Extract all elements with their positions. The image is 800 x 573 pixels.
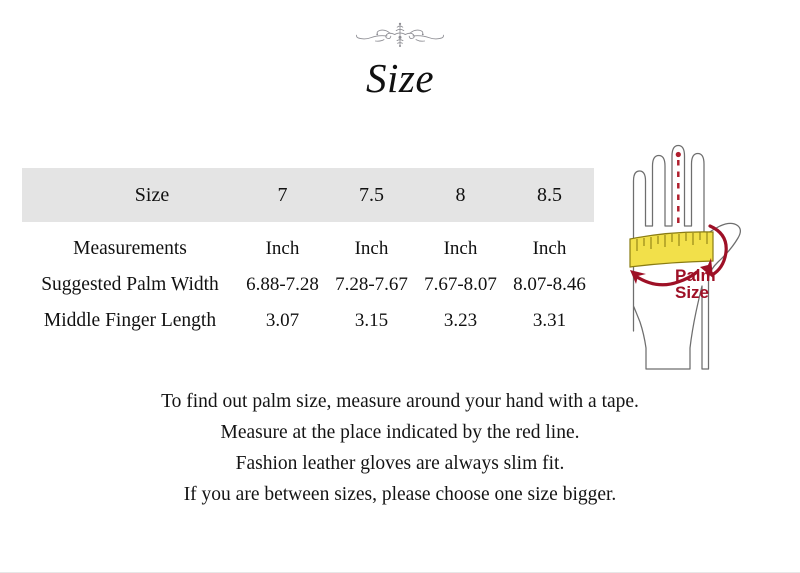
size-chart-table: Size 7 7.5 8 8.5 Measurements Inch Inch … xyxy=(22,168,594,339)
row-label-finger-length: Middle Finger Length xyxy=(43,310,217,331)
cell-finger-length-8: 3.23 xyxy=(443,310,478,331)
cell-palm-width-7-5: 7.28-7.67 xyxy=(335,274,408,295)
palm-size-label-line2: Size xyxy=(675,283,709,302)
page-title: Size xyxy=(365,55,435,101)
cell-measurements-7-5: Inch xyxy=(354,238,389,259)
cell-finger-length-7-5: 3.15 xyxy=(354,310,389,331)
header-cell-size-8-5: 8.5 xyxy=(537,183,562,206)
cell-measurements-7: Inch xyxy=(265,238,300,259)
instruction-line-2: Measure at the place indicated by the re… xyxy=(220,422,580,443)
ornament xyxy=(0,22,800,48)
row-label-measurements: Measurements xyxy=(73,238,187,259)
hand-measurement-diagram: Palm Size xyxy=(600,126,800,376)
instruction-line-1: To find out palm size, measure around yo… xyxy=(161,391,639,412)
cell-palm-width-8: 7.67-8.07 xyxy=(424,274,497,295)
cell-palm-width-7: 6.88-7.28 xyxy=(246,274,319,295)
header-cell-size-8: 8 xyxy=(455,183,466,206)
header-cell-size-7: 7 xyxy=(277,183,288,206)
instruction-line-4: If you are between sizes, please choose … xyxy=(183,484,617,505)
cell-palm-width-8-5: 8.07-8.46 xyxy=(513,274,586,295)
table-row-finger-length: Middle Finger Length 3.07 3.15 3.23 3.31 xyxy=(22,303,594,339)
table-header-row: Size 7 7.5 8 8.5 xyxy=(22,168,594,222)
table-row-palm-width: Suggested Palm Width 6.88-7.28 7.28-7.67… xyxy=(22,267,594,303)
cell-measurements-8-5: Inch xyxy=(532,238,567,259)
instruction-line-3: Fashion leather gloves are always slim f… xyxy=(235,453,565,474)
header-cell-size-label: Size xyxy=(134,183,170,206)
instructions-block: To find out palm size, measure around yo… xyxy=(0,386,800,510)
table-row-measurements: Measurements Inch Inch Inch Inch xyxy=(22,222,594,267)
cell-measurements-8: Inch xyxy=(443,238,478,259)
row-label-palm-width: Suggested Palm Width xyxy=(41,274,219,295)
header-cell-size-7-5: 7.5 xyxy=(359,183,384,206)
hand-diagram-svg: Palm Size xyxy=(629,144,741,370)
flourish-ornament-icon xyxy=(356,22,444,47)
measuring-tape-icon xyxy=(629,231,714,268)
cell-finger-length-8-5: 3.31 xyxy=(532,310,567,331)
cell-finger-length-7: 3.07 xyxy=(265,310,300,331)
